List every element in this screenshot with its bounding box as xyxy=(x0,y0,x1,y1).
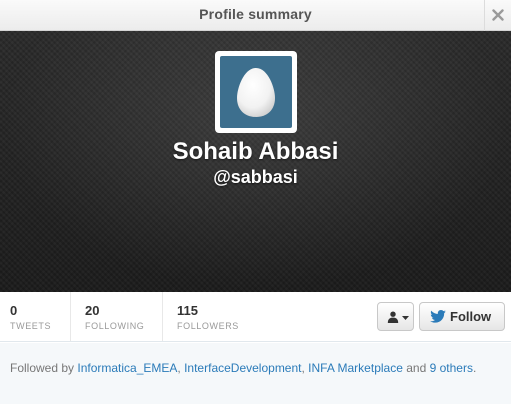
followers-label: FOLLOWERS xyxy=(177,321,239,331)
avatar-frame[interactable] xyxy=(215,51,297,133)
dialog-title: Profile summary xyxy=(199,6,312,22)
stat-divider xyxy=(162,292,163,341)
stat-following[interactable]: 20 FOLLOWING xyxy=(85,292,160,341)
avatar xyxy=(220,56,292,128)
tweets-label: TWEETS xyxy=(10,321,52,331)
user-actions-dropdown-button[interactable] xyxy=(377,302,414,331)
follow-button[interactable]: Follow xyxy=(419,302,505,331)
default-egg-avatar-icon xyxy=(237,68,275,117)
stat-followers[interactable]: 115 FOLLOWERS xyxy=(177,292,257,341)
profile-stats: 0 TWEETS 20 FOLLOWING 115 FOLLOWERS Foll… xyxy=(0,292,511,342)
profile-fullname[interactable]: Sohaib Abbasi xyxy=(0,138,511,166)
twitter-bird-icon xyxy=(430,310,446,323)
follower-link-infa-marketplace[interactable]: INFA Marketplace xyxy=(308,361,403,375)
stat-divider xyxy=(70,292,71,341)
follower-link-interfacedevelopment[interactable]: InterfaceDevelopment xyxy=(184,361,301,375)
dialog-header: Profile summary xyxy=(0,0,511,31)
follow-button-label: Follow xyxy=(450,309,492,324)
profile-screenname[interactable]: @sabbasi xyxy=(0,167,511,188)
profile-header-card: Sohaib Abbasi @sabbasi xyxy=(0,31,511,292)
following-label: FOLLOWING xyxy=(85,321,145,331)
person-icon xyxy=(387,311,399,323)
stat-tweets[interactable]: 0 TWEETS xyxy=(10,292,70,341)
close-button[interactable] xyxy=(484,0,511,31)
followed-by-section: Followed by Informatica_EMEA, InterfaceD… xyxy=(0,343,511,404)
followed-by-suffix: . xyxy=(472,361,477,375)
followed-by-and: and xyxy=(402,361,430,375)
followers-count: 115 xyxy=(177,303,198,318)
profile-summary-dialog: Profile summary Sohaib Abbasi @sabbasi 0… xyxy=(0,0,511,404)
tweets-count: 0 xyxy=(10,303,18,318)
following-count: 20 xyxy=(85,303,100,318)
others-link[interactable]: 9 others xyxy=(430,361,473,375)
chevron-down-icon xyxy=(402,316,409,320)
follower-link-informatica-emea[interactable]: Informatica_EMEA xyxy=(77,361,177,375)
close-icon xyxy=(492,9,504,21)
followed-by-prefix: Followed by xyxy=(10,361,78,375)
